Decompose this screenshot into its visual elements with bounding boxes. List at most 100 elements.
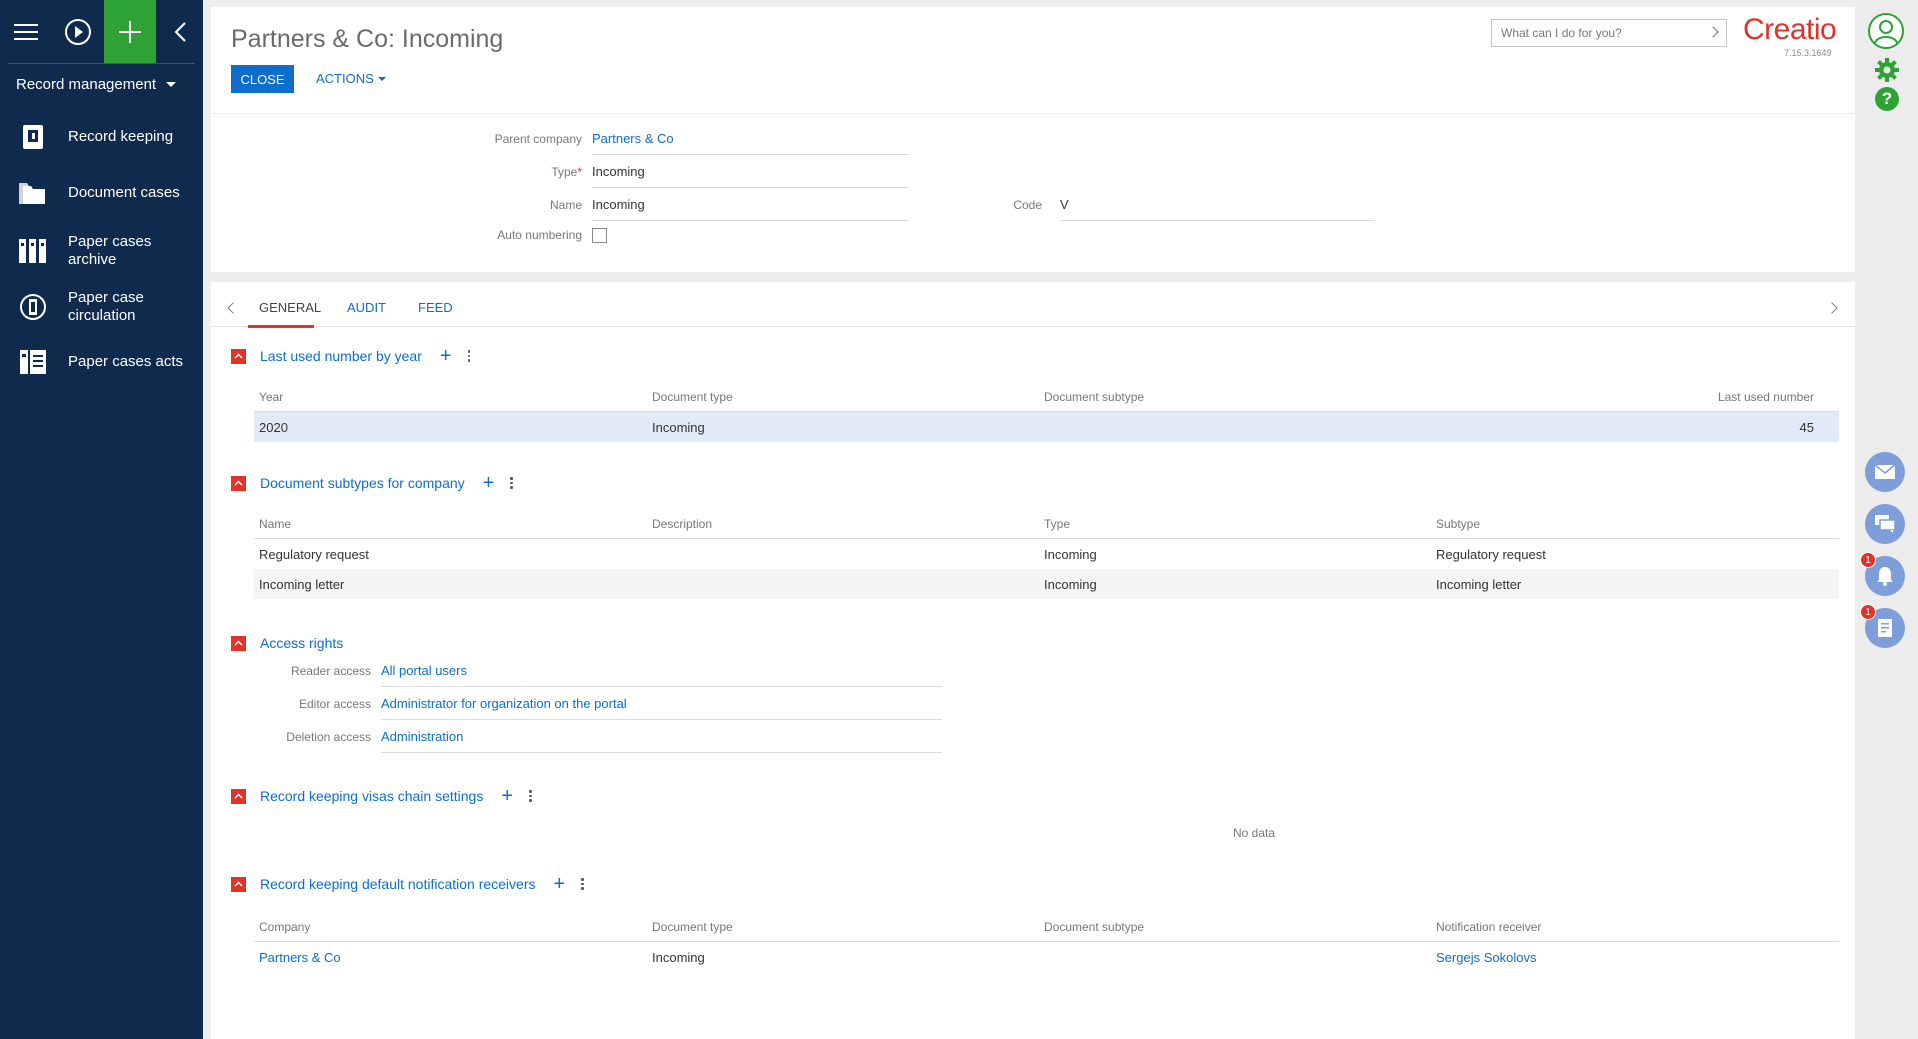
table-row[interactable]: Incoming letter Incoming Incoming letter	[254, 569, 1839, 599]
deletion-access-value[interactable]: Administration	[381, 729, 463, 744]
cell-year: 2020	[259, 420, 288, 435]
question-icon: ?	[1881, 89, 1893, 108]
command-search-input[interactable]: What can I do for you?	[1491, 19, 1727, 47]
column-header[interactable]: Document subtype	[1044, 920, 1144, 934]
close-button[interactable]: CLOSE	[231, 65, 294, 93]
column-header[interactable]: Type	[1044, 517, 1070, 531]
hamburger-icon	[14, 23, 38, 40]
no-data-message: No data	[1233, 826, 1276, 840]
cell-doc-type: Incoming	[652, 950, 705, 965]
reader-access-value[interactable]: All portal users	[381, 663, 467, 678]
collapse-toggle-button[interactable]	[231, 788, 246, 804]
help-button[interactable]: ?	[1875, 87, 1899, 111]
acts-icon	[18, 347, 48, 377]
column-header[interactable]: Company	[259, 920, 310, 934]
cell-last-number: 45	[1799, 420, 1814, 435]
more-options-icon[interactable]	[581, 878, 584, 890]
sidebar-toolbar	[0, 0, 203, 63]
auto-numbering-checkbox[interactable]	[592, 228, 607, 243]
tab-audit[interactable]: AUDIT	[347, 300, 386, 315]
plus-icon	[119, 20, 141, 43]
code-field[interactable]: Code V	[1013, 187, 1375, 221]
column-header[interactable]: Document subtype	[1044, 390, 1144, 404]
table-row[interactable]: 2020 Incoming 45	[254, 412, 1839, 442]
type-field[interactable]: Type* Incoming	[551, 154, 909, 188]
cell-company[interactable]: Partners & Co	[259, 950, 341, 965]
more-options-icon[interactable]	[510, 477, 513, 489]
collapse-toggle-button[interactable]	[231, 635, 246, 651]
chevron-right-icon	[1707, 26, 1719, 38]
settings-button[interactable]	[1874, 57, 1900, 83]
column-header[interactable]: Document type	[652, 920, 733, 934]
chevron-up-icon	[234, 353, 243, 359]
add-button[interactable]	[104, 0, 156, 63]
column-header[interactable]: Subtype	[1436, 517, 1480, 531]
profile-button[interactable]	[1867, 12, 1905, 50]
required-marker: *	[577, 165, 582, 179]
add-record-button[interactable]: +	[554, 874, 566, 894]
collapse-toggle-button[interactable]	[231, 475, 246, 491]
section-title[interactable]: Access rights	[260, 635, 343, 651]
more-options-icon[interactable]	[467, 350, 471, 362]
archive-icon	[18, 236, 48, 266]
section-title[interactable]: Last used number by year	[260, 348, 422, 364]
process-button[interactable]	[52, 0, 104, 63]
email-button[interactable]	[1865, 452, 1905, 492]
column-header[interactable]: Year	[259, 390, 283, 404]
cell-type: Incoming	[1044, 577, 1097, 592]
cell-doc-type: Incoming	[652, 420, 705, 435]
name-field[interactable]: Name Incoming	[550, 187, 909, 221]
column-header[interactable]: Name	[259, 517, 291, 531]
deletion-access-label: Deletion access	[286, 730, 371, 744]
cell-receiver[interactable]: Sergejs Sokolovs	[1436, 950, 1536, 965]
sidebar-item-paper-cases-archive[interactable]: Paper cases archive	[0, 233, 168, 269]
sidebar-item-paper-case-circulation[interactable]: Paper case circulation	[0, 289, 168, 325]
collapse-toggle-button[interactable]	[231, 348, 246, 364]
gear-icon	[1875, 58, 1899, 82]
tabs-scroll-left-icon[interactable]	[227, 302, 239, 314]
column-header[interactable]: Description	[652, 517, 712, 531]
code-label: Code	[1013, 198, 1042, 212]
section-title[interactable]: Record keeping default notification rece…	[260, 876, 536, 892]
add-record-button[interactable]: +	[501, 786, 513, 806]
caret-down-icon	[377, 76, 386, 81]
menu-button[interactable]	[0, 0, 52, 63]
section-title[interactable]: Document subtypes for company	[260, 475, 465, 491]
parent-company-value[interactable]: Partners & Co	[592, 131, 674, 146]
cell-type: Incoming	[1044, 547, 1097, 562]
actions-menu-button[interactable]: ACTIONS	[316, 71, 386, 86]
table-row[interactable]: Regulatory request Incoming Regulatory r…	[254, 539, 1839, 569]
collapse-toggle-button[interactable]	[231, 876, 246, 892]
tab-feed[interactable]: FEED	[418, 300, 453, 315]
sidebar-item-document-cases[interactable]: Document cases	[0, 178, 180, 208]
reader-access-field[interactable]: Reader access All portal users	[291, 653, 942, 687]
tab-general[interactable]: GENERAL	[259, 300, 321, 315]
workplace-selector[interactable]: Record management	[8, 63, 195, 105]
chevron-up-icon	[234, 881, 243, 887]
tabs-scroll-right-icon[interactable]	[1826, 302, 1838, 314]
editor-access-field[interactable]: Editor access Administrator for organiza…	[299, 686, 942, 720]
grid-header: Year Document type Document subtype Last…	[254, 382, 1839, 412]
parent-company-field[interactable]: Parent company Partners & Co	[495, 121, 909, 155]
column-header[interactable]: Last used number	[1718, 390, 1814, 404]
section-title[interactable]: Record keeping visas chain settings	[260, 788, 483, 804]
name-label: Name	[549, 198, 582, 212]
more-options-icon[interactable]	[529, 790, 532, 802]
creatio-logo: Creatio	[1743, 13, 1837, 46]
add-record-button[interactable]: +	[483, 473, 495, 493]
editor-access-value[interactable]: Administrator for organization on the po…	[381, 696, 627, 711]
add-record-button[interactable]: +	[440, 346, 452, 366]
chat-button[interactable]	[1865, 504, 1905, 544]
section-visas-header: Record keeping visas chain settings +	[231, 786, 532, 806]
column-header[interactable]: Document type	[652, 390, 733, 404]
deletion-access-field[interactable]: Deletion access Administration	[286, 719, 942, 753]
column-header[interactable]: Notification receiver	[1436, 920, 1541, 934]
sidebar-item-label: Paper case circulation	[68, 289, 144, 324]
table-row[interactable]: Partners & Co Incoming Sergejs Sokolovs	[254, 942, 1839, 972]
name-value: Incoming	[592, 197, 645, 212]
play-circle-icon	[65, 18, 91, 45]
collapse-sidebar-button[interactable]	[156, 0, 203, 63]
sidebar-item-record-keeping[interactable]: Record keeping	[0, 122, 173, 152]
sidebar-item-paper-cases-acts[interactable]: Paper cases acts	[0, 347, 183, 377]
sidebar-item-label: Paper cases archive	[68, 233, 152, 268]
